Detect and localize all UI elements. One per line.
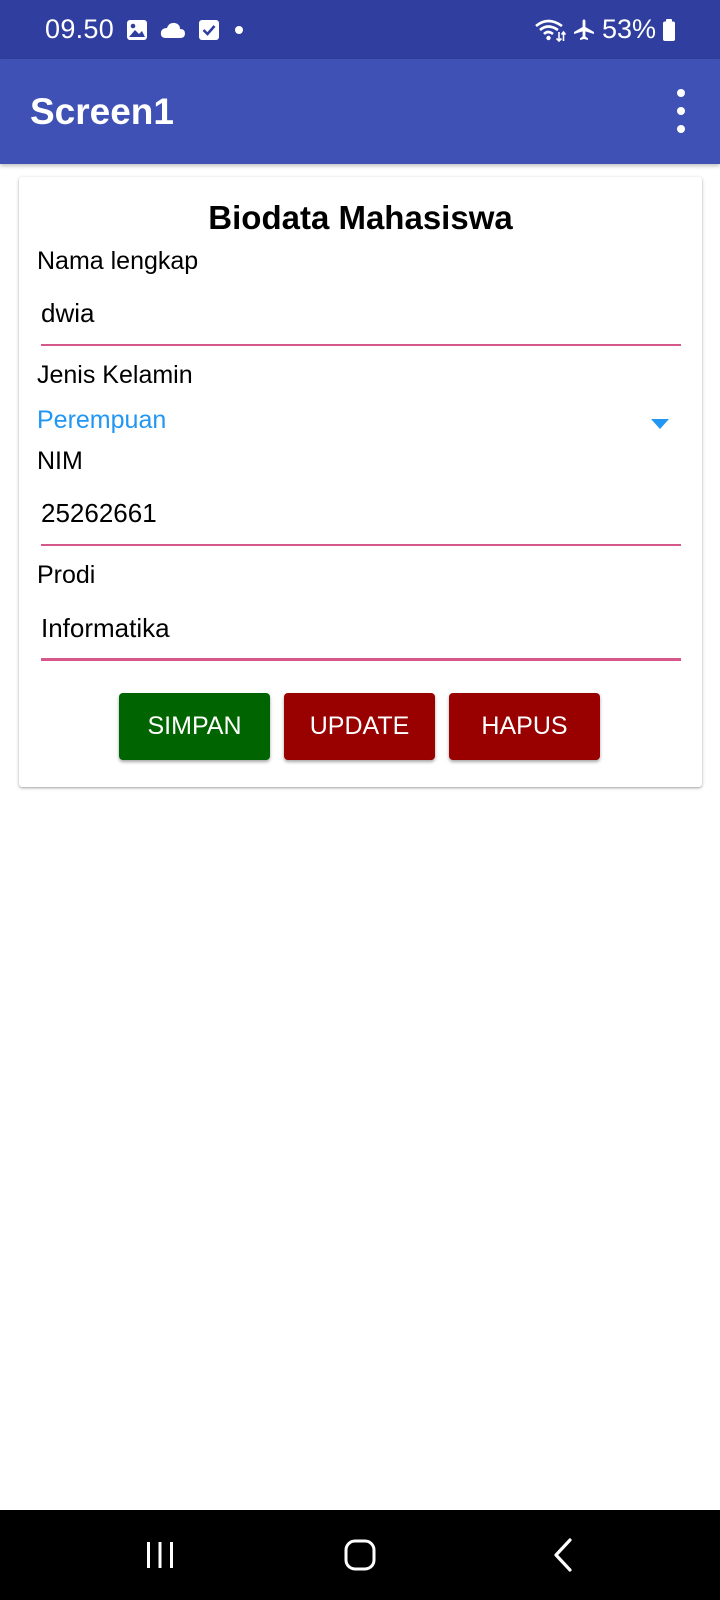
home-button[interactable] — [315, 1510, 405, 1600]
more-dot — [677, 89, 685, 97]
prodi-underline — [41, 658, 681, 661]
more-dot — [677, 125, 685, 133]
recents-button[interactable] — [115, 1510, 205, 1600]
dot-icon — [232, 23, 246, 37]
jenis-kelamin-label: Jenis Kelamin — [37, 361, 193, 389]
jenis-kelamin-spinner[interactable]: Perempuan — [37, 402, 677, 446]
app-bar: Screen1 — [0, 59, 720, 164]
dropdown-arrow-icon — [651, 419, 669, 429]
more-dot — [677, 107, 685, 115]
more-vert-icon[interactable] — [672, 89, 690, 133]
hapus-button[interactable]: HAPUS — [449, 693, 600, 760]
airplane-icon — [572, 18, 596, 42]
prodi-input[interactable] — [41, 607, 681, 655]
simpan-button[interactable]: SIMPAN — [119, 693, 270, 760]
nama-label: Nama lengkap — [37, 247, 199, 275]
nim-input[interactable] — [41, 492, 681, 540]
battery-icon — [662, 18, 676, 42]
biodata-card: Biodata Mahasiswa Nama lengkap Jenis Kel… — [19, 177, 702, 787]
back-button[interactable] — [518, 1510, 608, 1600]
status-time: 09.50 — [45, 14, 115, 44]
home-icon — [343, 1538, 377, 1572]
checkbox-icon — [198, 19, 220, 41]
wifi-icon — [534, 17, 566, 43]
navigation-bar — [0, 1510, 720, 1600]
battery-text: 53% — [601, 14, 656, 44]
nim-label: NIM — [37, 447, 83, 475]
prodi-label: Prodi — [37, 561, 96, 589]
back-icon — [551, 1537, 575, 1573]
nama-underline — [41, 344, 681, 346]
cloud-icon — [160, 21, 186, 39]
jenis-kelamin-selected: Perempuan — [37, 406, 167, 434]
recents-icon — [144, 1540, 176, 1570]
form-title: Biodata Mahasiswa — [208, 199, 513, 236]
gallery-icon — [126, 19, 148, 41]
status-bar: 09.50 53% — [0, 0, 720, 59]
app-title: Screen1 — [30, 91, 174, 132]
status-left: 09.50 — [45, 0, 246, 59]
nim-underline — [41, 544, 681, 546]
nama-input[interactable] — [41, 292, 681, 340]
update-button[interactable]: UPDATE — [284, 693, 435, 760]
status-right: 53% — [534, 0, 676, 59]
